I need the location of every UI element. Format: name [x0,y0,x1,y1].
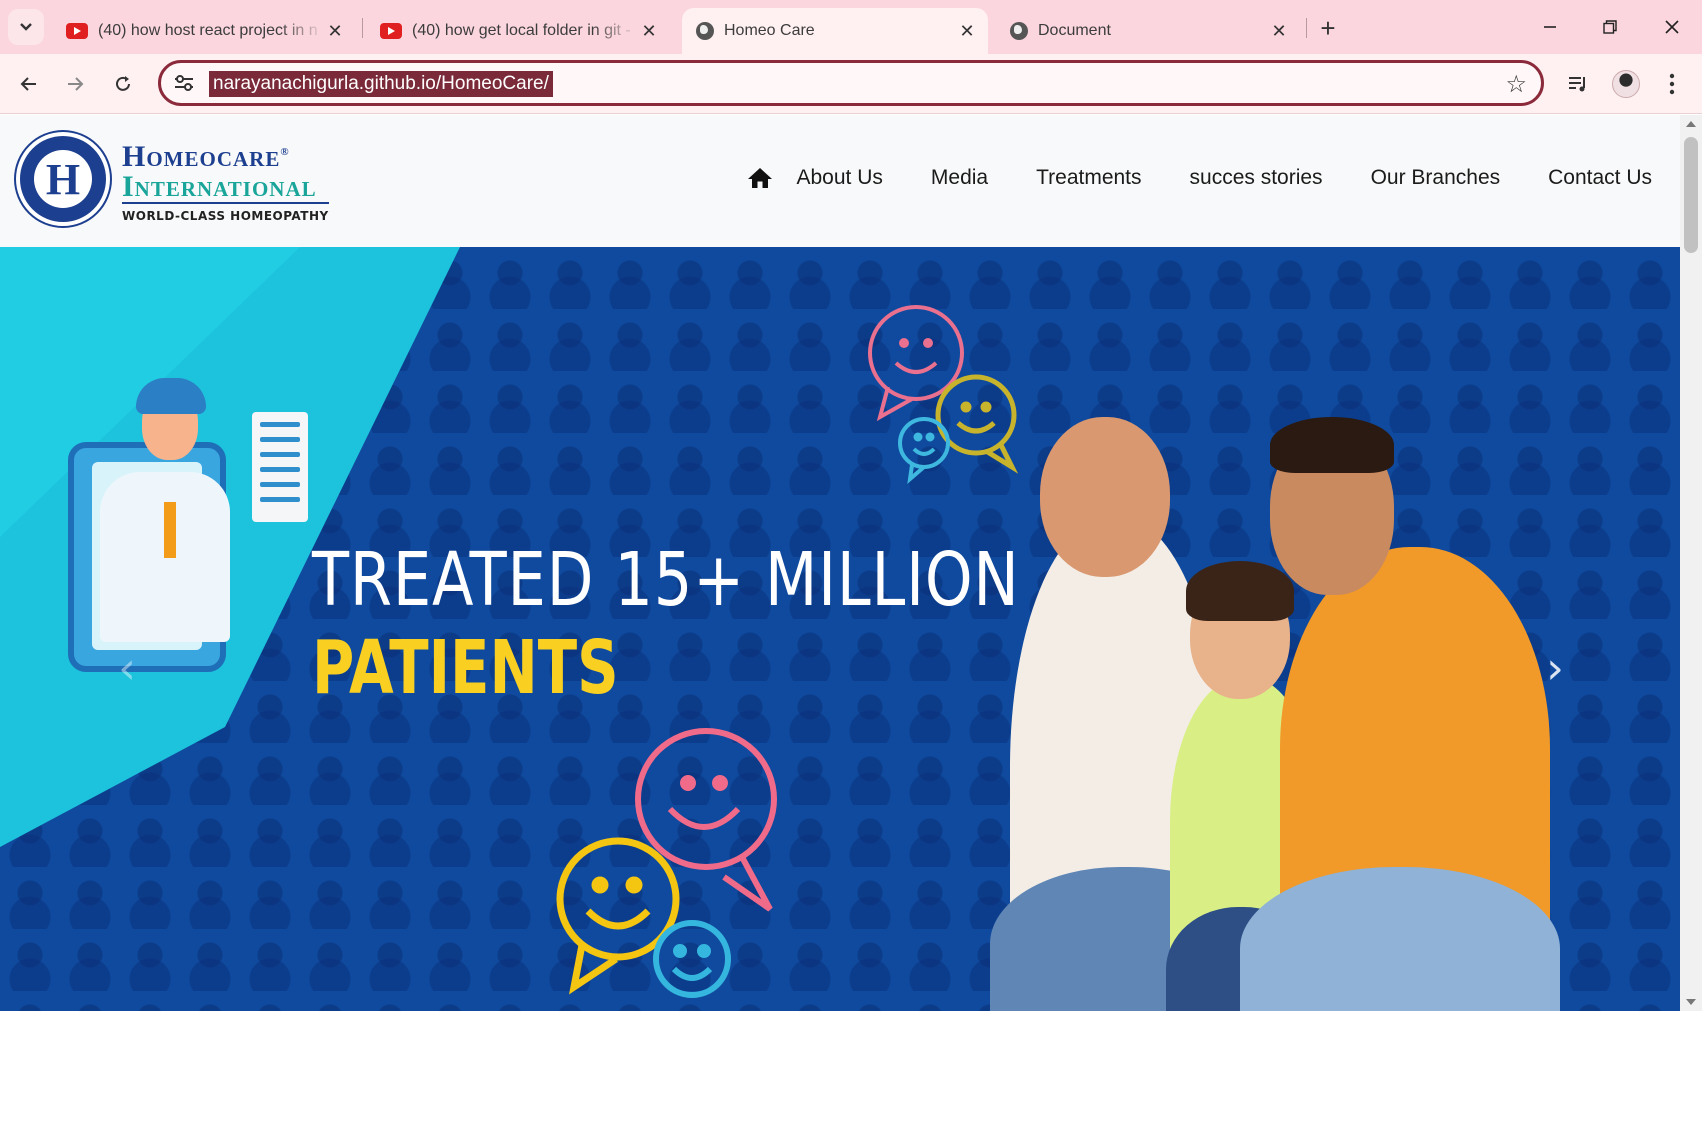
nav-home-link[interactable] [745,163,775,193]
doctor-illustration [60,342,320,672]
nav-treatments[interactable]: Treatments [1036,166,1141,190]
nav-about-us[interactable]: About Us [797,166,883,190]
profile-button[interactable] [1610,68,1642,100]
browser-menu-button[interactable] [1656,68,1688,100]
mother-face [1040,417,1170,577]
page-scrollbar[interactable] [1680,115,1702,1011]
reload-icon [116,76,130,91]
url-text[interactable]: narayanachigurla.github.io/HomeoCare/ [209,71,553,97]
restore-icon [1603,20,1617,34]
father-hair [1270,417,1394,473]
globe-icon [696,22,714,40]
browser-toolbar: narayanachigurla.github.io/HomeoCare/ ☆ [0,54,1702,114]
tab-title: (40) how get local folder in git - [412,22,631,39]
window-close-button[interactable] [1650,10,1694,44]
chevron-down-icon [20,23,32,31]
tab-title: Homeo Care [724,22,815,39]
youtube-icon [380,23,402,39]
avatar [1612,70,1640,98]
back-arrow-icon [20,77,36,91]
close-icon [1665,20,1679,34]
minimize-button[interactable] [1528,10,1572,44]
registered-mark: ® [280,146,290,158]
smiley-icon [898,417,950,484]
family-photo [970,307,1570,1011]
logo-line-2: International [122,172,329,204]
father-jeans [1240,867,1560,1011]
restore-button[interactable] [1588,10,1632,44]
smiley-icon [635,728,777,912]
site-logo[interactable]: Homeocare® International WORLD-CLASS HOM… [122,137,329,223]
back-button[interactable] [12,67,46,101]
home-icon [747,168,772,188]
media-controls-button[interactable] [1562,68,1594,100]
logo-name: Homeocare [122,140,281,173]
smiley-bubbles-bottom [556,728,777,998]
close-tab-icon[interactable]: ✕ [956,20,978,42]
logo-seal[interactable]: H [16,132,110,226]
tab-search-button[interactable] [8,9,44,45]
new-tab-button[interactable]: + [1312,12,1344,44]
tab-separator [1306,18,1307,38]
nav-media[interactable]: Media [931,166,988,190]
scrollbar-thumb[interactable] [1684,137,1698,253]
site-header: H Homeocare® International WORLD-CLASS H… [0,115,1680,247]
forward-arrow-icon [68,77,84,91]
close-tab-icon[interactable]: ✕ [638,20,660,42]
globe-icon [1010,22,1028,40]
scroll-up-arrow-icon[interactable] [1686,121,1696,127]
doctor-hair [136,378,206,414]
smiley-icon [653,920,731,998]
site-settings-icon[interactable] [173,73,195,93]
nav-our-branches[interactable]: Our Branches [1371,166,1501,190]
prescription-paper [252,412,308,522]
close-tab-icon[interactable]: ✕ [324,20,346,42]
tab-homeo-care[interactable]: Homeo Care ✕ [682,8,988,54]
youtube-icon [66,23,88,39]
close-tab-icon[interactable]: ✕ [1268,20,1290,42]
tab-document[interactable]: Document ✕ [996,8,1300,54]
logo-seal-letter: H [34,150,92,208]
minimize-icon [1544,26,1556,28]
main-nav: About Us Media Treatments succes stories… [745,163,1652,193]
nav-success-stories[interactable]: succes stories [1190,166,1323,190]
tab-title: (40) how host react project in n [98,22,318,39]
carousel-prev-button[interactable]: ‹ [112,647,142,691]
hero-carousel: TREATED 15+ MILLION PATIENTS ‹ › [0,247,1680,1011]
nav-contact-us[interactable]: Contact Us [1548,166,1652,190]
bookmark-star-icon[interactable]: ☆ [1505,70,1527,99]
tab-separator [362,18,363,38]
smiley-icon [868,305,964,422]
address-bar[interactable]: narayanachigurla.github.io/HomeoCare/ ☆ [158,60,1544,106]
tab-youtube-2[interactable]: (40) how get local folder in git - ✕ [366,8,670,54]
child-hair [1186,561,1294,621]
kebab-menu-icon [1669,73,1675,95]
logo-line-1: Homeocare® [122,137,329,172]
playlist-icon [1569,77,1585,92]
page-viewport: H Homeocare® International WORLD-CLASS H… [0,115,1702,1011]
scroll-down-arrow-icon[interactable] [1686,999,1696,1005]
carousel-next-button[interactable]: › [1540,647,1570,691]
forward-button[interactable] [58,67,92,101]
doctor-tie [164,502,176,558]
hero-headline-highlight: PATIENTS [312,625,619,711]
tab-youtube-1[interactable]: (40) how host react project in n ✕ [52,8,356,54]
browser-tabstrip: (40) how host react project in n ✕ (40) … [0,0,1702,54]
tab-title: Document [1038,22,1111,39]
logo-tagline: WORLD-CLASS HOMEOPATHY [122,209,329,223]
hero-headline: TREATED 15+ MILLION [312,537,1020,623]
reload-button[interactable] [106,67,140,101]
